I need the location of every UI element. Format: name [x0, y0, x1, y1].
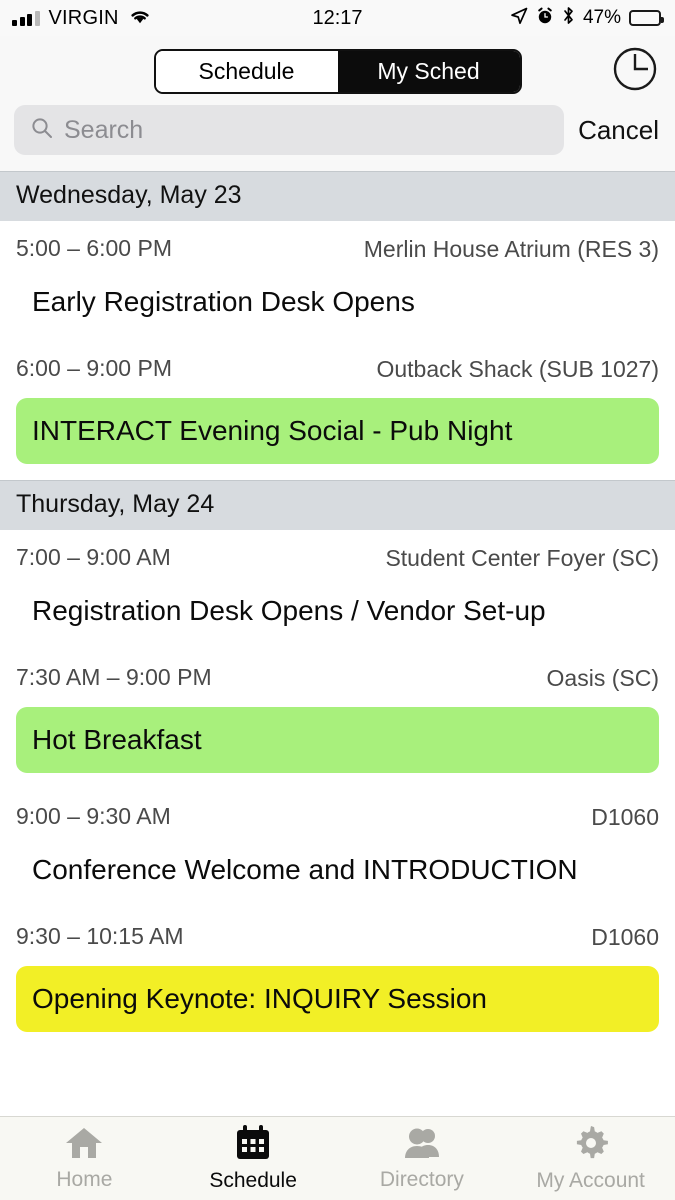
nav-header: Schedule My Sched Search Cancel: [0, 36, 675, 171]
event-meta: 5:00 – 6:00 PM Merlin House Atrium (RES 3…: [16, 221, 659, 264]
location-arrow-icon: [510, 7, 528, 30]
tab-my-account[interactable]: My Account: [506, 1124, 675, 1193]
event-title[interactable]: Registration Desk Opens / Vendor Set-up: [16, 573, 659, 650]
event-title[interactable]: Conference Welcome and INTRODUCTION: [16, 832, 659, 909]
event-meta: 9:00 – 9:30 AM D1060: [16, 789, 659, 832]
calendar-icon: [234, 1124, 272, 1162]
event-time: 9:00 – 9:30 AM: [16, 802, 171, 829]
tab-my-account-label: My Account: [536, 1169, 645, 1192]
tab-home[interactable]: Home: [0, 1125, 169, 1192]
day-header: Thursday, May 24: [0, 479, 675, 530]
cancel-button[interactable]: Cancel: [578, 115, 661, 146]
alarm-clock-icon: [536, 7, 554, 30]
event-location: Student Center Foyer (SC): [385, 544, 659, 571]
clock-icon: [611, 45, 659, 98]
day-header: Wednesday, May 23: [0, 171, 675, 221]
gear-icon: [572, 1124, 610, 1162]
event-title[interactable]: INTERACT Evening Social - Pub Night: [16, 397, 659, 464]
status-bar: VIRGIN 12:17 47%: [0, 0, 675, 36]
event-location: D1060: [591, 803, 659, 830]
status-bar-left: VIRGIN: [12, 7, 152, 30]
search-placeholder: Search: [64, 115, 144, 144]
schedule-event-row[interactable]: 9:30 – 10:15 AM D1060 Opening Keynote: INQ…: [0, 909, 675, 1032]
event-location: Outback Shack (SUB 1027): [376, 356, 659, 383]
schedule-event-row[interactable]: 7:30 AM – 9:00 PM Oasis (SC) Hot Breakfast: [0, 650, 675, 773]
people-icon: [402, 1125, 442, 1161]
segmented-control-row: Schedule My Sched: [14, 43, 661, 99]
event-location: Merlin House Atrium (RES 3): [363, 236, 659, 262]
clock-button[interactable]: [609, 45, 661, 97]
search-icon: [30, 116, 54, 145]
search-row: Search Cancel: [14, 99, 661, 171]
event-location: D1060: [591, 924, 659, 951]
segmented-control[interactable]: Schedule My Sched: [153, 48, 522, 94]
event-time: 5:00 – 6:00 PM: [16, 235, 172, 261]
tab-directory[interactable]: Directory: [338, 1125, 507, 1192]
status-bar-right: 47%: [510, 6, 664, 30]
tab-schedule-segment[interactable]: Schedule: [155, 50, 338, 92]
event-title[interactable]: Hot Breakfast: [16, 706, 659, 773]
bluetooth-icon: [562, 6, 575, 30]
tab-schedule[interactable]: Schedule: [169, 1124, 338, 1193]
event-time: 7:30 AM – 9:00 PM: [16, 664, 212, 691]
tab-home-label: Home: [56, 1168, 113, 1191]
carrier-label: VIRGIN: [48, 6, 119, 29]
event-time: 7:00 – 9:00 AM: [16, 543, 171, 570]
event-meta: 7:00 – 9:00 AM Student Center Foyer (SC): [16, 530, 659, 573]
event-meta: 7:30 AM – 9:00 PM Oasis (SC): [16, 650, 659, 693]
event-location: Oasis (SC): [546, 665, 659, 692]
app-root: VIRGIN 12:17 47% Schedule My Sched Searc…: [0, 0, 675, 1200]
schedule-event-row[interactable]: 7:00 – 9:00 AM Student Center Foyer (SC) R…: [0, 530, 675, 650]
cellular-signal-icon: [12, 10, 40, 26]
event-time: 6:00 – 9:00 PM: [16, 355, 172, 382]
event-meta: 9:30 – 10:15 AM D1060: [16, 909, 659, 952]
schedule-event-row[interactable]: 6:00 – 9:00 PM Outback Shack (SUB 1027) IN…: [0, 341, 675, 464]
home-icon: [64, 1125, 104, 1161]
event-time: 9:30 – 10:15 AM: [16, 923, 184, 950]
tab-directory-label: Directory: [379, 1168, 464, 1191]
battery-percent-label: 47%: [582, 7, 621, 28]
wifi-icon: [128, 7, 152, 30]
tab-my-sched-segment[interactable]: My Sched: [337, 50, 520, 92]
schedule-list[interactable]: Wednesday, May 23 5:00 – 6:00 PM Merlin Ho…: [0, 171, 675, 1116]
bottom-tab-bar: Home Schedule Directory My Account: [0, 1116, 675, 1200]
event-title[interactable]: Opening Keynote: INQUIRY Session: [16, 965, 659, 1032]
event-title[interactable]: Early Registration Desk Opens: [16, 264, 659, 341]
event-meta: 6:00 – 9:00 PM Outback Shack (SUB 1027): [16, 341, 659, 384]
battery-icon: [629, 10, 664, 26]
tab-schedule-label: Schedule: [209, 1169, 297, 1192]
search-input[interactable]: Search: [14, 105, 565, 155]
schedule-event-row[interactable]: 9:00 – 9:30 AM D1060 Conference Welcome an…: [0, 789, 675, 909]
schedule-event-row[interactable]: 5:00 – 6:00 PM Merlin House Atrium (RES 3…: [0, 221, 675, 341]
